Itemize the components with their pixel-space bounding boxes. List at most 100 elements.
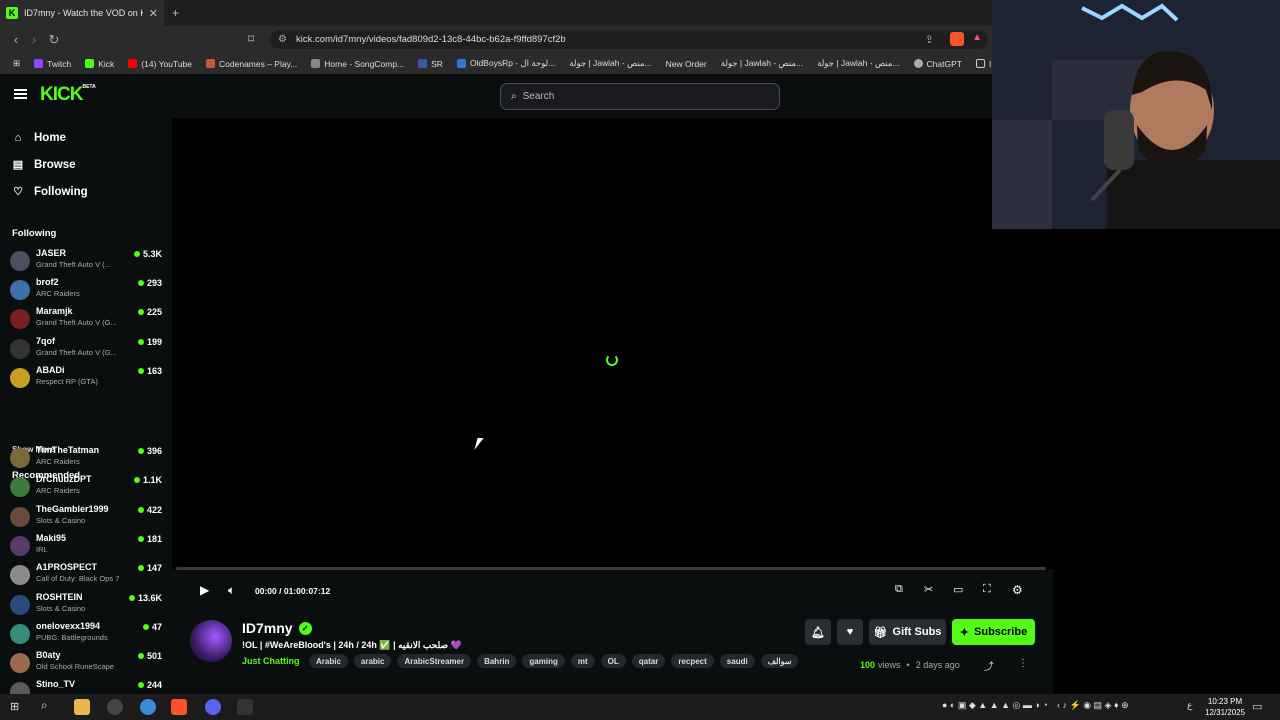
following-channel-item[interactable]: 7qof Grand Theft Auto V (G... 199 [10,336,162,364]
gift-subs-button[interactable]: 🎁︎ Gift Subs [869,619,946,645]
tag-chip[interactable]: saudi [719,654,755,668]
brave-rewards-icon[interactable]: ▲ [972,32,982,43]
menu-icon[interactable] [14,89,27,99]
new-tab-icon[interactable]: + [172,6,179,20]
recommended-channel-item[interactable]: Maki95 IRL 181 [10,533,162,561]
tag-chip[interactable]: ArabicStreamer [397,654,472,668]
kick-favicon-icon: K [6,7,18,19]
nav-home[interactable]: ⌂ Home [12,132,66,144]
site-settings-icon[interactable]: ⚙ [278,34,287,45]
bookmark-codenames[interactable]: Codenames – Play... [199,59,304,69]
tag-chip[interactable]: gaming [522,654,565,668]
bookmark-folder[interactable]: In [969,59,992,69]
reload-icon[interactable]: ↻ [44,32,64,48]
following-channel-item[interactable]: ABADi Respect RP (GTA) 163 [10,365,162,393]
tray-status-icons[interactable]: ‹ ♪ ⚡ ◉ ▤ ◈ ♦ ⊕ [1057,700,1129,711]
nav-label: Home [34,132,66,144]
recommended-channel-item[interactable]: A1PROSPECT Call of Duty: Black Ops 7 147 [10,562,162,590]
recommended-channel-item[interactable]: onelovexx1994 PUBG: Battlegrounds 47 [10,621,162,649]
chrome-icon[interactable] [140,699,156,715]
recommended-channel-item[interactable]: DrChubzDPT ARC Raiders 1.1K [10,474,162,502]
clock[interactable]: 10:23 PM 12/31/2025 [1205,696,1245,718]
language-indicator[interactable]: ع [1187,700,1192,711]
close-tab-icon[interactable]: ✕ [149,7,158,20]
bookmark-youtube[interactable]: (14) YouTube [121,59,199,69]
bookmark-kick[interactable]: Kick [78,59,121,69]
bookmark-jawlah-1[interactable]: جولة | Jawlah - منص... [562,58,658,69]
video-player[interactable] [172,118,1053,569]
following-channel-item[interactable]: Maramjk Grand Theft Auto V (G... 225 [10,306,162,334]
channel-name: onelovexx1994 [36,620,101,631]
bookmark-jawlah-2[interactable]: جولة | Jawlah - منص... [714,58,810,69]
bookmark-new-order[interactable]: New Order [659,59,714,69]
bookmark-label: Codenames – Play... [219,58,298,69]
system-tray-icons[interactable]: ● ◐ ▣ ◆ ▲ ▲ ▲ ◎ ▬ ◑ ◔ [942,700,1048,711]
search-icon[interactable]: ⌕ [41,698,48,713]
brave-icon[interactable] [171,699,187,715]
tag-chip[interactable]: OL [600,654,626,668]
viewer-count: 147 [137,563,162,573]
channel-name: ABADi [36,364,65,375]
tag-chip[interactable]: mt [570,654,595,668]
notifications-icon[interactable]: ▭ [1252,700,1262,713]
play-icon[interactable]: ▶ [200,583,209,597]
miniplayer-icon[interactable]: ⧉ [895,583,903,596]
channel-game: ARC Raiders [36,289,80,299]
search-input[interactable] [522,91,763,102]
bookmark-chatgpt[interactable]: ChatGPT [907,59,969,69]
tag-chip[interactable]: recpect [671,654,714,668]
tag-chip[interactable]: arabic [353,654,392,668]
tag-chip[interactable]: Bahrin [477,654,517,668]
apps-icon[interactable]: ⊞ [6,58,27,69]
settings-icon[interactable]: ⚙ [1012,583,1023,597]
obs-icon[interactable] [237,699,253,715]
bookmark-oldboysrp[interactable]: OldBoysRp - لوحة ال... [450,58,562,69]
channel-name: TheGambler1999 [36,503,109,514]
bookmark-page-icon[interactable]: ⌑ [248,32,254,46]
volume-icon[interactable]: 🔈︎ [228,583,235,598]
nav-following[interactable]: ♡ Following [12,185,88,199]
tag-chip[interactable]: Arabic [309,654,348,668]
recommended-channel-item[interactable]: B0aty Old School RuneScape 501 [10,650,162,678]
forward-icon[interactable]: › [24,32,44,47]
kick-logo[interactable]: KICKBETA [40,84,96,106]
recommended-channel-item[interactable]: TheGambler1999 Slots & Casino 422 [10,504,162,532]
bookmark-jawlah-3[interactable]: جولة | Jawlah - منص... [810,58,906,69]
windows-start-icon[interactable]: ⊞ [10,700,19,713]
notification-bell-button[interactable]: 🔔︎ [805,619,831,645]
following-channel-item[interactable]: brof2 ARC Raiders 293 [10,277,162,305]
share-icon[interactable]: ⤴ [984,658,994,673]
app-icon[interactable] [107,699,123,715]
bookmark-songcomp[interactable]: Home - SongComp... [304,59,411,69]
more-options-icon[interactable]: ⋮ [1018,658,1028,669]
url-field[interactable]: ⚙ kick.com/id7mny/videos/fad809d2-13c8-4… [270,30,988,49]
recommended-channel-item[interactable]: TimTheTatman ARC Raiders 396 [10,445,162,473]
bookmark-twitch[interactable]: Twitch [27,59,78,69]
file-explorer-icon[interactable] [74,699,90,715]
category-link[interactable]: Just Chatting [242,656,300,666]
video-progress-bar[interactable] [176,567,1046,570]
viewer-count-value: 244 [146,680,162,691]
channel-avatar[interactable] [190,620,232,662]
subscribe-button[interactable]: ✦ Subscribe [952,619,1035,645]
back-icon[interactable]: ‹ [6,32,26,47]
bookmark-sr[interactable]: SR [411,59,450,69]
nav-browse[interactable]: ▤ Browse [12,158,76,172]
clip-icon[interactable]: ✂ [924,583,933,596]
search-box[interactable]: ⌕ [500,83,780,110]
channel-avatar [10,367,30,388]
channel-avatar [10,506,30,527]
follow-button[interactable]: ♥ [837,619,863,645]
tag-chip[interactable]: سوالف [760,654,799,668]
fullscreen-icon[interactable]: ⛶ [983,583,991,596]
discord-icon[interactable] [205,699,221,715]
theater-mode-icon[interactable]: ▭ [953,583,963,596]
tag-chip[interactable]: qatar [631,654,666,668]
recommended-channel-item[interactable]: ROSHTEIN Slots & Casino 13.6K [10,592,162,620]
share-icon[interactable]: ⇪ [925,33,934,46]
browser-tab[interactable]: K ID7mny - Watch the VOD on Kick ✕ [0,0,164,26]
oldboysrp-icon [456,59,466,68]
channel-name[interactable]: ID7mny [242,620,293,636]
following-channel-item[interactable]: JASER Grand Theft Auto V (... 5.3K [10,248,162,276]
brave-shields-icon[interactable] [950,32,964,46]
